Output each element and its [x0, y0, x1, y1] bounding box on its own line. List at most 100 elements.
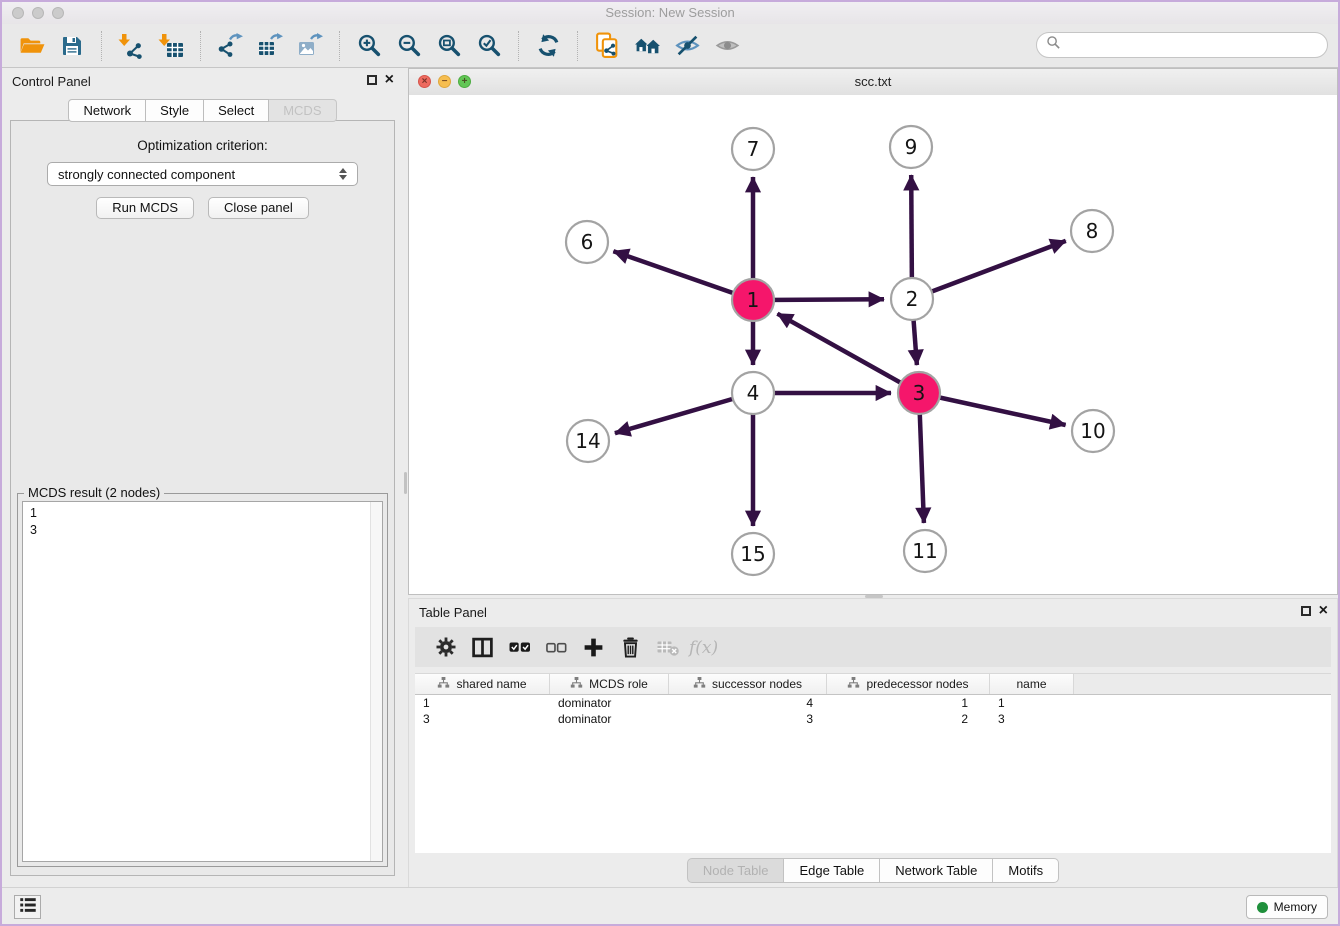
column-label: MCDS role — [589, 677, 648, 691]
tab-mcds[interactable]: MCDS — [269, 99, 336, 122]
export-table-icon[interactable] — [254, 29, 286, 63]
export-image-icon[interactable] — [294, 29, 326, 63]
graph-node-7[interactable]: 7 — [732, 128, 774, 170]
column-label: successor nodes — [712, 677, 802, 691]
network-canvas[interactable]: 1 2 3 4 6 7 8 9 10 11 14 15 — [409, 95, 1337, 594]
zoom-selected-icon[interactable] — [473, 29, 505, 63]
tab-style[interactable]: Style — [146, 99, 204, 122]
graph-node-10[interactable]: 10 — [1072, 410, 1114, 452]
close-panel-icon[interactable]: × — [385, 74, 394, 86]
zoom-view-button[interactable]: + — [458, 75, 471, 88]
save-icon[interactable] — [56, 29, 88, 63]
tree-icon — [570, 676, 583, 692]
close-table-panel-icon[interactable]: × — [1319, 605, 1328, 617]
result-scrollbar[interactable] — [370, 502, 382, 861]
optimization-criterion-label: Optimization criterion: — [11, 138, 394, 153]
tab-network[interactable]: Network — [68, 99, 146, 122]
graph-node-9[interactable]: 9 — [890, 126, 932, 168]
graph-node-14[interactable]: 14 — [567, 420, 609, 462]
column-header-shared-name[interactable]: shared name — [415, 674, 550, 694]
close-window-button[interactable] — [12, 7, 24, 19]
gear-icon[interactable] — [427, 629, 464, 665]
network-window-titlebar: ×−+ scc.txt — [409, 69, 1337, 96]
table-cell-successor-nodes[interactable]: 4 — [669, 695, 827, 711]
column-header-name[interactable]: name — [990, 674, 1074, 694]
zoom-fit-icon[interactable] — [433, 29, 465, 63]
table-cell-predecessor-nodes[interactable]: 2 — [827, 711, 990, 727]
table-cell-mcds-role[interactable]: dominator — [550, 695, 669, 711]
eye-slash-icon[interactable] — [671, 29, 703, 63]
node-label: 4 — [747, 381, 760, 405]
tab-select[interactable]: Select — [204, 99, 269, 122]
minimize-window-button[interactable] — [32, 7, 44, 19]
graph-node-1[interactable]: 1 — [732, 279, 774, 321]
import-table-icon[interactable] — [155, 29, 187, 63]
graph-node-8[interactable]: 8 — [1071, 210, 1113, 252]
plus-icon[interactable] — [575, 629, 612, 665]
houses-icon[interactable] — [631, 29, 663, 63]
table-cell-shared-name[interactable]: 3 — [415, 711, 550, 727]
eye-icon[interactable] — [711, 29, 743, 63]
run-mcds-button[interactable]: Run MCDS — [96, 197, 194, 219]
node-label: 11 — [912, 539, 937, 563]
table-cell-predecessor-nodes[interactable]: 1 — [827, 695, 990, 711]
table-cell-shared-name[interactable]: 1 — [415, 695, 550, 711]
graph-node-6[interactable]: 6 — [566, 221, 608, 263]
tab-edge-table[interactable]: Edge Table — [784, 858, 880, 883]
close-panel-button[interactable]: Close panel — [208, 197, 309, 219]
export-network-icon[interactable] — [214, 29, 246, 63]
trash-icon[interactable] — [612, 629, 649, 665]
optimization-criterion-select[interactable]: strongly connected component — [47, 162, 358, 186]
table-cell-name[interactable]: 1 — [990, 695, 1074, 711]
column-header-predecessor-nodes[interactable]: predecessor nodes — [827, 674, 990, 694]
window-titlebar: Session: New Session — [2, 2, 1338, 25]
graph-edge-2-8[interactable] — [912, 241, 1066, 299]
checkboxes-unchecked-icon[interactable] — [538, 629, 575, 665]
float-table-panel-icon[interactable] — [1301, 606, 1311, 616]
delete-table-icon — [649, 629, 686, 665]
status-bar: Memory — [2, 887, 1338, 924]
graph-node-2[interactable]: 2 — [891, 278, 933, 320]
memory-button[interactable]: Memory — [1246, 895, 1328, 919]
graph-node-15[interactable]: 15 — [732, 533, 774, 575]
table-row[interactable]: 1dominator411 — [415, 695, 1331, 711]
tab-node-table[interactable]: Node Table — [687, 858, 785, 883]
table-cell-name[interactable]: 3 — [990, 711, 1074, 727]
tree-icon — [847, 676, 860, 692]
graph-node-3[interactable]: 3 — [898, 372, 940, 414]
search-input[interactable] — [1066, 37, 1318, 53]
table-cell-successor-nodes[interactable]: 3 — [669, 711, 827, 727]
network-window-title: scc.txt — [409, 69, 1337, 95]
float-panel-icon[interactable] — [367, 75, 377, 85]
table-cell-mcds-role[interactable]: dominator — [550, 711, 669, 727]
zoom-window-button[interactable] — [52, 7, 64, 19]
network-window-traffic-lights: ×−+ — [418, 75, 471, 88]
import-network-icon[interactable] — [115, 29, 147, 63]
copy-documents-icon[interactable] — [591, 29, 623, 63]
node-label: 15 — [740, 542, 765, 566]
graph-edge-1-6[interactable] — [613, 251, 753, 300]
graph-edge-3-1[interactable] — [777, 314, 919, 393]
task-history-button[interactable] — [14, 895, 41, 919]
minimize-view-button[interactable]: − — [438, 75, 451, 88]
column-header-successor-nodes[interactable]: successor nodes — [669, 674, 827, 694]
column-label: shared name — [456, 677, 526, 691]
tab-motifs[interactable]: Motifs — [993, 858, 1059, 883]
refresh-icon[interactable] — [532, 29, 564, 63]
column-header-mcds-role[interactable]: MCDS role — [550, 674, 669, 694]
mcds-result-textarea[interactable]: 1 3 — [22, 501, 383, 862]
close-view-button[interactable]: × — [418, 75, 431, 88]
split-columns-icon[interactable] — [464, 629, 501, 665]
open-folder-icon[interactable] — [16, 29, 48, 63]
zoom-in-icon[interactable] — [353, 29, 385, 63]
checkboxes-checked-icon[interactable] — [501, 629, 538, 665]
zoom-out-icon[interactable] — [393, 29, 425, 63]
network-view-window: ×−+ scc.txt 1 2 3 4 6 7 8 9 10 11 14 15 — [408, 68, 1338, 595]
table-row[interactable]: 3dominator323 — [415, 711, 1331, 727]
tab-network-table[interactable]: Network Table — [880, 858, 993, 883]
table-panel-header: Table Panel × — [409, 599, 1337, 625]
graph-node-11[interactable]: 11 — [904, 530, 946, 572]
search-box[interactable] — [1036, 32, 1328, 58]
graph-node-4[interactable]: 4 — [732, 372, 774, 414]
graph-edge-3-10[interactable] — [919, 393, 1066, 425]
